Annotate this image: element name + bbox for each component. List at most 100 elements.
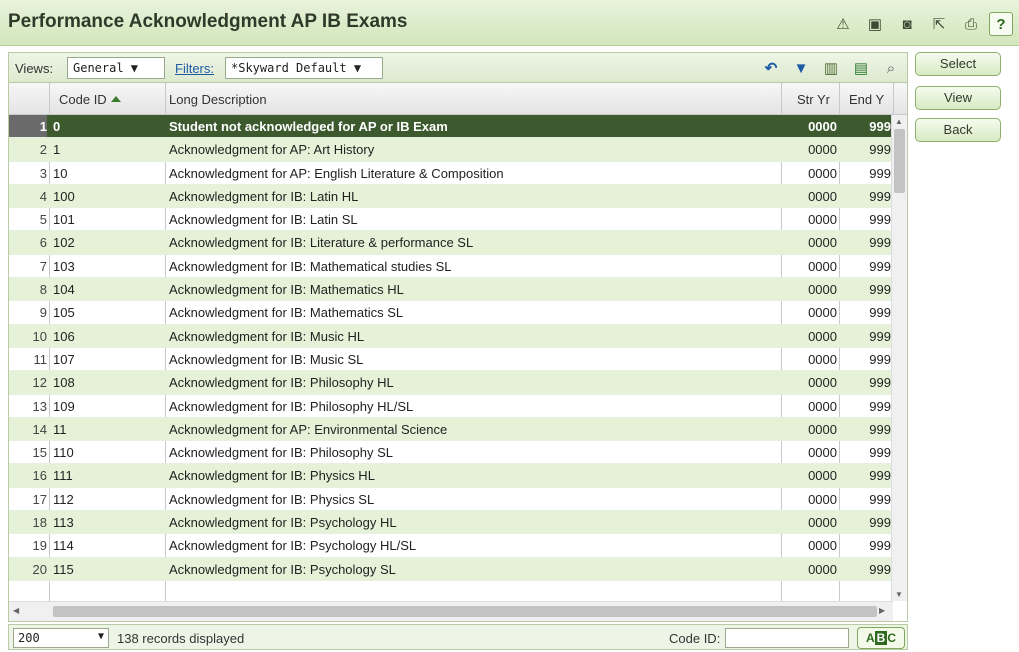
row-number: 2: [39, 142, 47, 158]
row-number: 13: [32, 398, 47, 414]
cell-description: Acknowledgment for IB: Philosophy SL: [169, 445, 394, 461]
table-row[interactable]: 3 10 Acknowledgment for AP: English Litera…: [9, 162, 893, 185]
table-row[interactable]: 14 11 Acknowledgment for AP: Environmental…: [9, 417, 893, 442]
table-row[interactable]: 5 101 Acknowledgment for IB: Latin SL 0000 9…: [9, 208, 893, 232]
row-number: 8: [39, 282, 47, 298]
column-header-start-year[interactable]: Str Yr: [797, 92, 830, 107]
views-select[interactable]: General ▼: [67, 57, 165, 79]
print-icon[interactable]: ⎙: [957, 12, 985, 36]
vertical-scrollbar[interactable]: ▲ ▼: [891, 115, 907, 601]
cell-description: Acknowledgment for AP: Art History: [169, 142, 375, 158]
row-number: 11: [33, 351, 48, 367]
column-header-description[interactable]: Long Description: [169, 92, 267, 107]
vertical-scroll-thumb[interactable]: [894, 129, 905, 193]
table-row[interactable]: 16 111 Acknowledgment for IB: Physics HL 00…: [9, 464, 893, 488]
table-row[interactable]: 11 107 Acknowledgment for IB: Music SL 0000…: [9, 348, 893, 372]
table-row[interactable]: 18 113 Acknowledgment for IB: Psychology H…: [9, 511, 893, 535]
grid-tool-icons: ↶ ▼ ▥ ▤ ⌕: [759, 57, 903, 79]
table-row[interactable]: 17 112 Acknowledgment for IB: Physics SL 00…: [9, 488, 893, 512]
table-row[interactable]: 19 114 Acknowledgment for IB: Psychology H…: [9, 534, 893, 558]
cell-code-id: 107: [53, 351, 75, 367]
views-label: Views:: [15, 61, 54, 76]
cell-code-id: 114: [53, 538, 74, 554]
table-row[interactable]: 13 109 Acknowledgment for IB: Philosophy H…: [9, 395, 893, 418]
cell-end-year: 999: [869, 468, 891, 484]
scroll-right-icon[interactable]: ▶: [879, 606, 885, 615]
cell-end-year: 999: [869, 212, 891, 228]
chevron-down-icon: ▼: [97, 631, 104, 642]
cell-start-year: 0000: [808, 351, 837, 367]
cell-end-year: 999: [869, 561, 891, 577]
monitor-icon[interactable]: ▣: [861, 12, 889, 36]
cell-description: Acknowledgment for IB: Psychology HL: [169, 515, 397, 531]
cell-code-id: 113: [53, 515, 74, 531]
cell-start-year: 0000: [808, 165, 837, 181]
horizontal-scroll-thumb[interactable]: [53, 606, 877, 617]
table-row[interactable]: 12 108 Acknowledgment for IB: Philosophy H…: [9, 371, 893, 395]
table-row[interactable]: 2 1 Acknowledgment for AP: Art History 0000…: [9, 138, 893, 162]
row-number: 6: [39, 235, 47, 251]
scroll-down-icon[interactable]: ▼: [895, 590, 903, 599]
cell-start-year: 0000: [808, 515, 837, 531]
cell-code-id: 110: [53, 445, 74, 461]
column-header-code[interactable]: Code ID: [59, 92, 121, 107]
sort-ascending-icon: [110, 96, 121, 102]
code-id-label: Code ID:: [669, 631, 721, 646]
code-id-input[interactable]: [725, 628, 849, 648]
cell-description: Acknowledgment for AP: English Literatur…: [169, 165, 504, 181]
select-button[interactable]: Select: [915, 52, 1001, 76]
table-row[interactable]: 4 100 Acknowledgment for IB: Latin HL 0000 9…: [9, 184, 893, 209]
cell-description: Acknowledgment for IB: Psychology HL/SL: [169, 538, 417, 554]
horizontal-scrollbar[interactable]: ◀ ▶: [9, 601, 893, 621]
print-preview-icon[interactable]: ⌕: [879, 57, 903, 79]
records-per-page-select[interactable]: 200 ▼: [13, 628, 109, 648]
help-icon[interactable]: ?: [989, 12, 1013, 36]
row-number: 5: [39, 212, 47, 228]
table-row[interactable]: 7 103 Acknowledgment for IB: Mathematical …: [9, 255, 893, 279]
undo-icon[interactable]: ↶: [759, 57, 783, 79]
alpha-search-button[interactable]: ABC: [857, 627, 905, 649]
cell-code-id: 104: [53, 282, 75, 298]
scroll-up-icon[interactable]: ▲: [895, 117, 903, 126]
cell-code-id: 103: [53, 258, 75, 274]
cell-description: Acknowledgment for IB: Latin SL: [169, 212, 358, 228]
cell-code-id: 108: [53, 375, 75, 391]
cell-description: Acknowledgment for IB: Physics SL: [169, 491, 375, 507]
cell-start-year: 0000: [808, 398, 837, 414]
filter-icon[interactable]: ▼: [789, 57, 813, 79]
table-row[interactable]: 10 106 Acknowledgment for IB: Music HL 0000…: [9, 324, 893, 348]
cell-description: Acknowledgment for IB: Mathematical stud…: [169, 258, 452, 274]
chart-icon[interactable]: ▥: [819, 57, 843, 79]
export-icon[interactable]: ⇱: [925, 12, 953, 36]
table-row[interactable]: 8 104 Acknowledgment for IB: Mathematics H…: [9, 278, 893, 302]
table-row[interactable]: 20 115 Acknowledgment for IB: Psychology S…: [9, 557, 893, 581]
table-row[interactable]: 6 102 Acknowledgment for IB: Literature & …: [9, 231, 893, 255]
cell-description: Acknowledgment for IB: Literature & perf…: [169, 235, 474, 251]
row-number: 15: [32, 445, 47, 461]
filters-link[interactable]: Filters:: [175, 61, 214, 76]
title-bar: Performance Acknowledgment AP IB Exams ⚠…: [0, 0, 1019, 46]
cell-end-year: 999: [869, 119, 891, 134]
cell-description: Student not acknowledged for AP or IB Ex…: [169, 119, 448, 134]
row-number: 17: [32, 491, 47, 507]
grid-header: Code ID Long Description Str Yr End Y: [9, 83, 907, 115]
column-header-end-year[interactable]: End Y: [849, 92, 884, 107]
cell-description: Acknowledgment for IB: Philosophy HL/SL: [169, 398, 414, 414]
cell-description: Acknowledgment for IB: Music HL: [169, 328, 365, 344]
cell-end-year: 999: [869, 351, 891, 367]
scroll-left-icon[interactable]: ◀: [13, 606, 19, 615]
table-row[interactable]: 15 110 Acknowledgment for IB: Philosophy S…: [9, 441, 893, 465]
cell-code-id: 100: [53, 188, 75, 204]
title-toolbar: ⚠ ▣ ◙ ⇱ ⎙ ?: [829, 12, 1013, 36]
back-button[interactable]: Back: [915, 118, 1001, 142]
filters-select[interactable]: *Skyward Default ▼: [225, 57, 383, 79]
warning-person-icon[interactable]: ⚠: [829, 12, 857, 36]
cell-code-id: 109: [53, 398, 75, 414]
excel-icon[interactable]: ▤: [849, 57, 873, 79]
cell-code-id: 102: [53, 235, 75, 251]
view-button[interactable]: View: [915, 86, 1001, 110]
table-row[interactable]: 9 105 Acknowledgment for IB: Mathematics S…: [9, 301, 893, 325]
cell-start-year: 0000: [808, 142, 837, 158]
camera-icon[interactable]: ◙: [893, 12, 921, 36]
table-row[interactable]: 1 0 Student not acknowledged for AP or IB …: [9, 115, 893, 139]
